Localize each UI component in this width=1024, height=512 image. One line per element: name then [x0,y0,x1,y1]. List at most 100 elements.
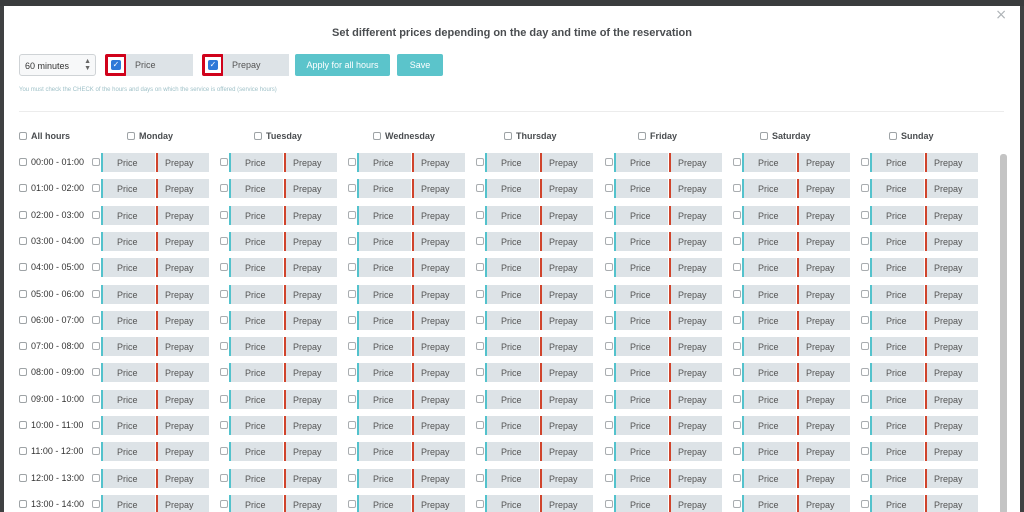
slot-price-input[interactable]: Price [614,337,668,356]
slot-prepay-input[interactable]: Prepay [540,179,593,198]
slot-checkbox[interactable] [861,500,869,508]
price-checkbox[interactable]: ✓ [111,60,121,70]
slot-price-input[interactable]: Price [357,442,411,461]
slot-price-input[interactable]: Price [614,153,668,172]
slot-checkbox[interactable] [92,237,100,245]
prepay-input[interactable]: Prepay [223,54,289,76]
slot-checkbox[interactable] [348,368,356,376]
slot-checkbox[interactable] [220,290,228,298]
slot-checkbox[interactable] [605,316,613,324]
slot-price-input[interactable]: Price [742,416,796,435]
slot-prepay-input[interactable]: Prepay [412,153,465,172]
slot-prepay-input[interactable]: Prepay [669,153,722,172]
slot-prepay-input[interactable]: Prepay [797,153,850,172]
slot-prepay-input[interactable]: Prepay [156,495,209,512]
slot-checkbox[interactable] [861,184,869,192]
slot-checkbox[interactable] [861,263,869,271]
slot-prepay-input[interactable]: Prepay [284,179,337,198]
slot-prepay-input[interactable]: Prepay [156,416,209,435]
slot-checkbox[interactable] [348,237,356,245]
slot-prepay-input[interactable]: Prepay [925,416,978,435]
slot-prepay-input[interactable]: Prepay [540,337,593,356]
hour-row-label[interactable]: 08:00 - 09:00 [19,366,84,378]
slot-checkbox[interactable] [605,368,613,376]
price-input[interactable]: Price [126,54,193,76]
slot-checkbox[interactable] [733,474,741,482]
slot-price-input[interactable]: Price [357,179,411,198]
slot-checkbox[interactable] [861,316,869,324]
slot-price-input[interactable]: Price [614,285,668,304]
slot-prepay-input[interactable]: Prepay [412,442,465,461]
slot-price-input[interactable]: Price [870,416,924,435]
slot-checkbox[interactable] [348,211,356,219]
slot-checkbox[interactable] [861,158,869,166]
slot-checkbox[interactable] [348,395,356,403]
slot-price-input[interactable]: Price [614,363,668,382]
slot-checkbox[interactable] [92,211,100,219]
slot-price-input[interactable]: Price [870,258,924,277]
slot-checkbox[interactable] [92,263,100,271]
slot-prepay-input[interactable]: Prepay [797,390,850,409]
slot-prepay-input[interactable]: Prepay [284,390,337,409]
slot-prepay-input[interactable]: Prepay [284,495,337,512]
day-header-1[interactable]: Tuesday [254,130,302,142]
slot-checkbox[interactable] [220,447,228,455]
slot-prepay-input[interactable]: Prepay [412,363,465,382]
slot-price-input[interactable]: Price [101,390,155,409]
slot-prepay-input[interactable]: Prepay [540,416,593,435]
hour-row-checkbox[interactable] [19,421,27,429]
slot-checkbox[interactable] [861,447,869,455]
slot-checkbox[interactable] [476,500,484,508]
hour-row-checkbox[interactable] [19,447,27,455]
slot-prepay-input[interactable]: Prepay [925,442,978,461]
slot-prepay-input[interactable]: Prepay [925,179,978,198]
slot-checkbox[interactable] [348,447,356,455]
slot-price-input[interactable]: Price [870,390,924,409]
slot-checkbox[interactable] [220,316,228,324]
slot-prepay-input[interactable]: Prepay [669,232,722,251]
slot-checkbox[interactable] [605,263,613,271]
day-header-6[interactable]: Sunday [889,130,934,142]
slot-prepay-input[interactable]: Prepay [156,390,209,409]
slot-price-input[interactable]: Price [485,232,539,251]
scrollbar-thumb[interactable] [1000,154,1007,512]
slot-price-input[interactable]: Price [229,258,283,277]
slot-checkbox[interactable] [605,237,613,245]
slot-checkbox[interactable] [476,395,484,403]
slot-price-input[interactable]: Price [229,206,283,225]
slot-price-input[interactable]: Price [229,153,283,172]
slot-checkbox[interactable] [92,421,100,429]
slot-checkbox[interactable] [861,342,869,350]
slot-price-input[interactable]: Price [357,495,411,512]
slot-prepay-input[interactable]: Prepay [540,258,593,277]
day-header-5[interactable]: Saturday [760,130,811,142]
slot-prepay-input[interactable]: Prepay [284,258,337,277]
slot-prepay-input[interactable]: Prepay [669,311,722,330]
slot-checkbox[interactable] [92,500,100,508]
slot-checkbox[interactable] [733,447,741,455]
slot-price-input[interactable]: Price [101,416,155,435]
slot-prepay-input[interactable]: Prepay [925,153,978,172]
close-icon[interactable]: × [995,8,1007,22]
slot-price-input[interactable]: Price [101,337,155,356]
slot-checkbox[interactable] [861,421,869,429]
slot-price-input[interactable]: Price [870,285,924,304]
slot-price-input[interactable]: Price [101,179,155,198]
slot-price-input[interactable]: Price [101,258,155,277]
slot-prepay-input[interactable]: Prepay [797,495,850,512]
slot-checkbox[interactable] [92,395,100,403]
slot-prepay-input[interactable]: Prepay [540,469,593,488]
slot-prepay-input[interactable]: Prepay [797,416,850,435]
slot-price-input[interactable]: Price [742,179,796,198]
slot-price-input[interactable]: Price [485,206,539,225]
slot-checkbox[interactable] [861,395,869,403]
slot-checkbox[interactable] [605,211,613,219]
slot-price-input[interactable]: Price [229,311,283,330]
slot-price-input[interactable]: Price [614,258,668,277]
hour-row-label[interactable]: 05:00 - 06:00 [19,288,84,300]
duration-select[interactable]: 60 minutes ▲ ▼ [19,54,96,76]
slot-price-input[interactable]: Price [357,469,411,488]
slot-checkbox[interactable] [861,211,869,219]
apply-all-hours-button[interactable]: Apply for all hours [295,54,390,76]
slot-price-input[interactable]: Price [614,311,668,330]
